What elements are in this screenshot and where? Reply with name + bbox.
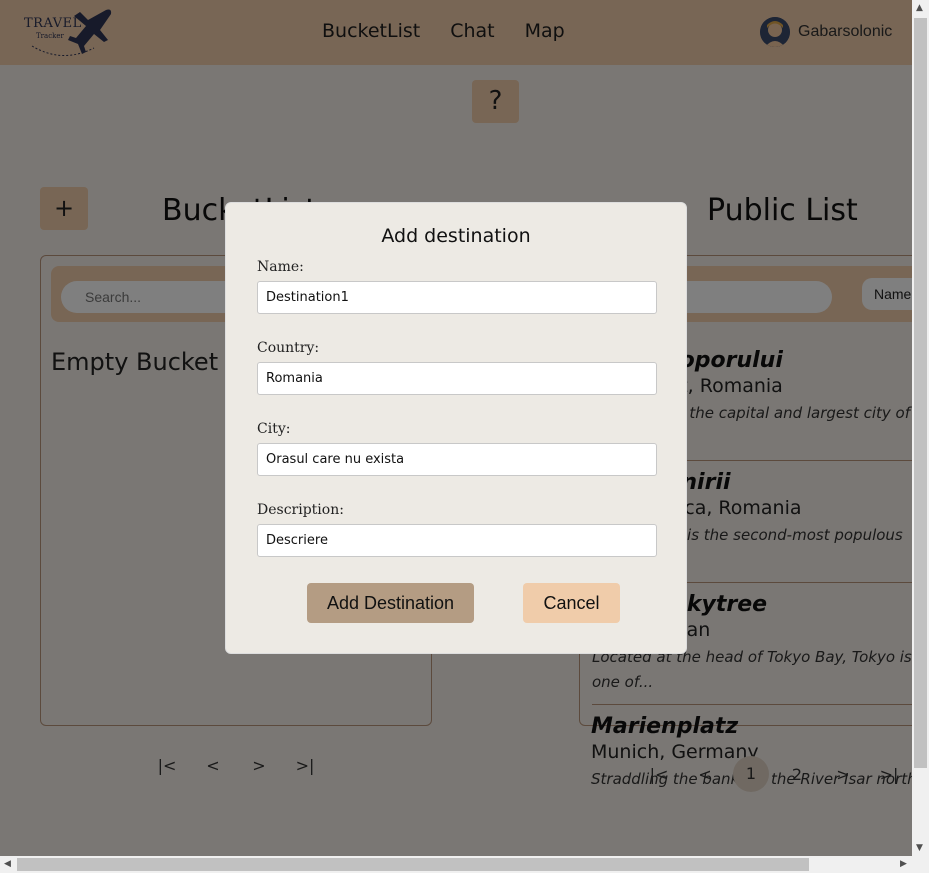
scroll-down-arrow-icon[interactable]: ▼ [916, 843, 923, 853]
city-input[interactable]: Orasul care nu exista [257, 443, 657, 476]
scroll-left-arrow-icon[interactable]: ◀ [4, 859, 11, 869]
scroll-up-arrow-icon[interactable]: ▲ [916, 3, 923, 13]
city-label: City: [257, 421, 291, 437]
name-label: Name: [257, 259, 304, 275]
horizontal-scrollbar-thumb[interactable] [17, 858, 809, 871]
vertical-scrollbar-thumb[interactable] [914, 18, 927, 768]
name-input[interactable]: Destination1 [257, 281, 657, 314]
country-input[interactable]: Romania [257, 362, 657, 395]
add-destination-modal: Add destination Name: Destination1 Count… [225, 202, 687, 654]
scroll-right-arrow-icon[interactable]: ▶ [900, 859, 907, 869]
country-label: Country: [257, 340, 320, 356]
cancel-button[interactable]: Cancel [523, 583, 620, 623]
description-input[interactable]: Descriere [257, 524, 657, 557]
modal-title: Add destination [381, 225, 531, 247]
add-destination-submit-button[interactable]: Add Destination [307, 583, 474, 623]
description-label: Description: [257, 502, 344, 518]
